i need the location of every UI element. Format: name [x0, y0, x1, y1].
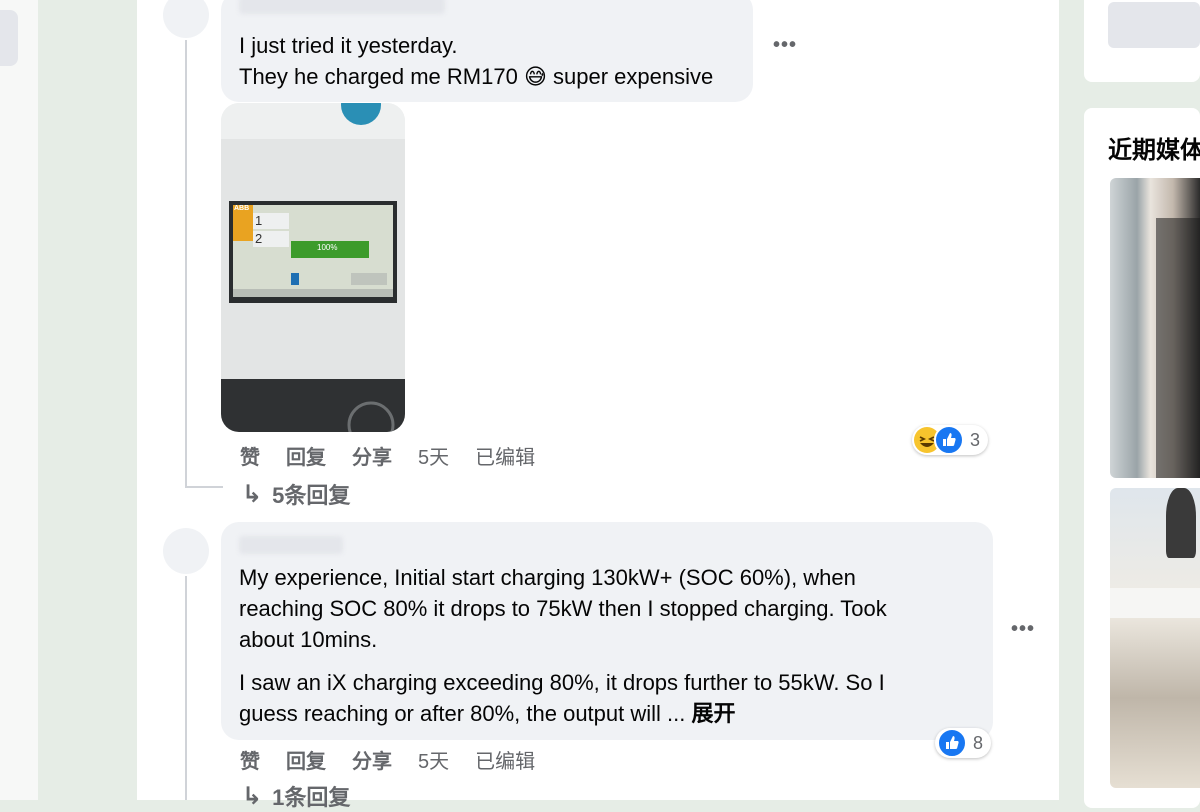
like-reaction-icon — [934, 425, 964, 455]
commenter-avatar[interactable] — [163, 528, 209, 574]
more-options-button[interactable]: ••• — [1011, 618, 1035, 641]
grin-sweat-emoji: 😅 — [523, 64, 547, 89]
share-button[interactable]: 分享 — [352, 441, 392, 470]
comment-text-line: I saw an iX charging exceeding 80%, it d… — [239, 670, 885, 695]
comment-author-name[interactable] — [239, 536, 343, 554]
charger-slot-2: 2 — [255, 231, 263, 246]
comment-text-line: My experience, Initial start charging 13… — [239, 565, 856, 590]
reply-arrow-icon: ↳ — [242, 480, 263, 508]
recent-media-title: 近期媒体 — [1108, 137, 1200, 164]
share-button[interactable]: 分享 — [352, 745, 392, 774]
like-reaction-icon — [937, 728, 967, 758]
reply-button[interactable]: 回复 — [286, 745, 326, 774]
comment-text-line: guess reaching or after 80%, the output … — [239, 701, 736, 726]
media-thumbnail[interactable] — [1110, 488, 1200, 788]
comment-text-line: They he charged me RM170 😅 super expensi… — [239, 64, 714, 89]
media-thumbnail[interactable] — [1110, 178, 1200, 478]
sidebar-button[interactable] — [1108, 2, 1200, 48]
comment-bubble: I just tried it yesterday. They he charg… — [221, 0, 753, 102]
reply-button[interactable]: 回复 — [286, 441, 326, 470]
left-rail — [0, 0, 38, 800]
comment-text-line: reaching SOC 80% it drops to 75kW then I… — [239, 596, 887, 621]
reaction-count: 8 — [973, 732, 984, 753]
comment-timestamp[interactable]: 5天 — [418, 745, 449, 774]
like-button[interactable]: 赞 — [240, 441, 260, 470]
see-more-link[interactable]: 展开 — [691, 701, 735, 726]
view-replies-link[interactable]: ↳ 5条回复 — [242, 478, 350, 510]
edited-label: 已编辑 — [475, 447, 536, 469]
comment-bubble: My experience, Initial start charging 13… — [221, 522, 993, 740]
reaction-count: 3 — [970, 429, 981, 450]
thread-line — [185, 576, 187, 800]
edited-label: 已编辑 — [475, 751, 536, 773]
charger-slot-1: 1 — [255, 213, 263, 228]
comment-feed: I just tried it yesterday. They he charg… — [137, 0, 1059, 810]
comment-text-line: I just tried it yesterday. — [239, 33, 458, 58]
comment-attachment-photo[interactable]: ABB 1 2 100% — [221, 103, 405, 432]
charger-photo — [221, 103, 405, 432]
charger-brand-label: ABB — [234, 205, 250, 212]
more-options-button[interactable]: ••• — [773, 34, 797, 57]
reply-arrow-icon: ↳ — [242, 782, 263, 810]
thread-line-branch — [185, 486, 223, 488]
comment-author-name[interactable] — [239, 0, 445, 14]
view-replies-label: 1条回复 — [272, 785, 351, 810]
comment-timestamp[interactable]: 5天 — [418, 441, 449, 470]
reactions-summary[interactable]: 3 — [912, 425, 989, 455]
recent-media-card: 近期媒体 — [1084, 108, 1200, 808]
comment-actions: 赞 回复 分享 5天 已编辑 — [240, 745, 561, 774]
right-sidebar: 近期媒体 — [1084, 0, 1200, 808]
like-button[interactable]: 赞 — [240, 745, 260, 774]
commenter-avatar[interactable] — [163, 0, 209, 38]
sidebar-top-card — [1084, 0, 1200, 82]
left-nav-item[interactable] — [0, 10, 18, 66]
reactions-summary[interactable]: 8 — [935, 728, 992, 758]
comment-text-line: about 10mins. — [239, 627, 378, 652]
thread-line — [185, 40, 187, 488]
comment-actions: 赞 回复 分享 5天 已编辑 — [240, 441, 561, 470]
charger-status-percent: 100% — [317, 243, 338, 252]
view-replies-label: 5条回复 — [272, 483, 351, 508]
view-replies-link[interactable]: ↳ 1条回复 — [242, 780, 350, 812]
